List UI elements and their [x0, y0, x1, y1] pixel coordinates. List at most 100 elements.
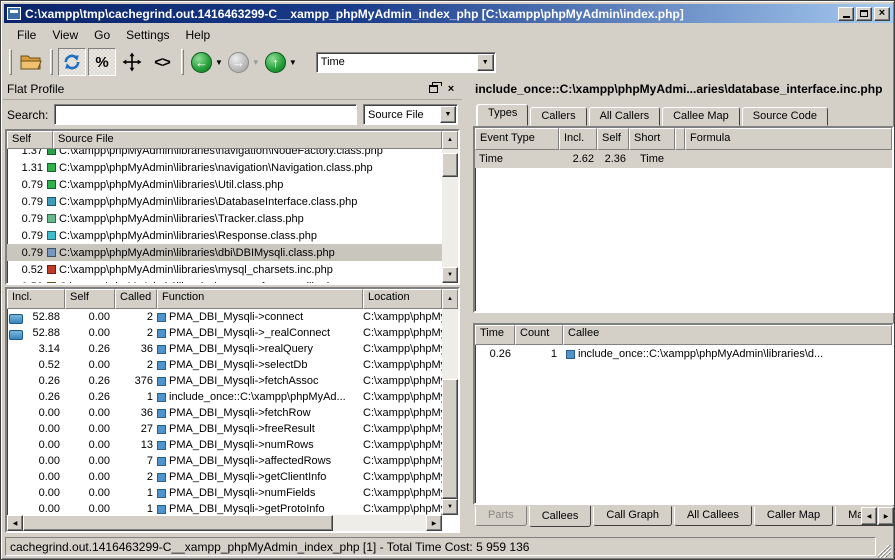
source-list-vscrollbar[interactable]: ▼: [442, 149, 458, 283]
function-row[interactable]: 0.000.001PMA_DBI_Mysqli->numFieldsC:\xam…: [7, 485, 442, 501]
function-row[interactable]: 0.000.001PMA_DBI_Mysqli->getProtoInfoC:\…: [7, 501, 442, 515]
dock-float-button[interactable]: [426, 83, 440, 96]
function-table-hscrollbar[interactable]: ◀ ▶: [7, 515, 442, 531]
source-file-row[interactable]: 0.79C:\xampp\phpMyAdmin\libraries\dbi\DB…: [7, 244, 442, 261]
chevron-down-icon[interactable]: ▼: [477, 54, 494, 71]
panel-splitter[interactable]: [462, 79, 473, 533]
chevron-down-icon[interactable]: ▼: [440, 106, 456, 123]
col-spacer[interactable]: [675, 128, 685, 150]
col-self[interactable]: Self: [65, 289, 115, 309]
tab-source-code[interactable]: Source Code: [742, 107, 828, 126]
tab-caller-map[interactable]: Caller Map: [754, 506, 833, 526]
col-called[interactable]: Called: [115, 289, 157, 309]
source-file-row[interactable]: 1.31C:\xampp\phpMyAdmin\libraries\naviga…: [7, 159, 442, 176]
col-short[interactable]: Short: [629, 128, 675, 150]
scroll-up-icon[interactable]: ▲: [442, 289, 458, 309]
col-self[interactable]: Self: [7, 131, 53, 149]
function-row[interactable]: 0.000.0027PMA_DBI_Mysqli->freeResultC:\x…: [7, 421, 442, 437]
scrollbar-thumb[interactable]: [442, 379, 458, 499]
function-row[interactable]: 0.000.007PMA_DBI_Mysqli->affectedRowsC:\…: [7, 453, 442, 469]
callee-row[interactable]: 0.26 1 include_once::C:\xampp\phpMyAdmin…: [475, 345, 892, 363]
back-button[interactable]: ←: [191, 52, 212, 73]
open-file-button[interactable]: [17, 48, 45, 76]
up-dropdown[interactable]: ▼: [286, 58, 302, 67]
function-row[interactable]: 0.000.0036PMA_DBI_Mysqli->fetchRowC:\xam…: [7, 405, 442, 421]
tab-all-callees[interactable]: All Callees: [674, 506, 752, 526]
function-table-vscrollbar[interactable]: ▼: [442, 309, 458, 515]
col-source-file[interactable]: Source File: [53, 131, 442, 149]
function-row[interactable]: 0.000.002PMA_DBI_Mysqli->getClientInfoC:…: [7, 469, 442, 485]
source-file-row[interactable]: 1.37C:\xampp\phpMyAdmin\libraries\naviga…: [7, 149, 442, 159]
up-button[interactable]: ↑: [265, 52, 286, 73]
function-icon: [157, 393, 166, 402]
maximize-button[interactable]: [856, 7, 872, 21]
forward-dropdown[interactable]: ▼: [249, 58, 265, 67]
toolbar-handle[interactable]: [50, 49, 53, 75]
function-row[interactable]: 0.520.002PMA_DBI_Mysqli->selectDbC:\xamp…: [7, 357, 442, 373]
event-type-selector[interactable]: Time ▼: [316, 52, 496, 73]
title-bar[interactable]: C:\xampp\tmp\cachegrind.out.1416463299-C…: [4, 4, 893, 23]
minimize-button[interactable]: [838, 7, 854, 21]
scroll-right-icon[interactable]: ▶: [426, 515, 442, 531]
col-event-type[interactable]: Event Type: [475, 128, 559, 150]
tab-callees[interactable]: Callees: [529, 506, 592, 527]
col-formula[interactable]: Formula: [685, 128, 892, 150]
source-file-row[interactable]: 0.79C:\xampp\phpMyAdmin\libraries\Tracke…: [7, 210, 442, 227]
search-input[interactable]: [54, 104, 357, 125]
toolbar-handle[interactable]: [181, 49, 184, 75]
source-file-row[interactable]: 0.79C:\xampp\phpMyAdmin\libraries\Databa…: [7, 193, 442, 210]
menu-go[interactable]: Go: [86, 26, 118, 44]
col-incl[interactable]: Incl.: [7, 289, 65, 309]
scroll-down-icon[interactable]: ▼: [442, 267, 458, 283]
back-icon: ←: [195, 56, 208, 69]
menu-help[interactable]: Help: [178, 26, 219, 44]
scrollbar-thumb[interactable]: [23, 515, 333, 531]
menu-file[interactable]: File: [9, 26, 44, 44]
resize-grip[interactable]: [878, 545, 891, 558]
scroll-left-icon[interactable]: ◀: [7, 515, 23, 531]
function-row[interactable]: 52.880.002PMA_DBI_Mysqli->_realConnectC:…: [7, 325, 442, 341]
col-self[interactable]: Self: [597, 128, 629, 150]
col-function[interactable]: Function: [157, 289, 363, 309]
percent-toggle-button[interactable]: %: [88, 48, 116, 76]
source-file-row[interactable]: 0.79C:\xampp\phpMyAdmin\libraries\Respon…: [7, 227, 442, 244]
tab-scroll-left-icon[interactable]: ◀: [861, 507, 877, 525]
forward-button[interactable]: →: [228, 52, 249, 73]
cycle-detail-button[interactable]: <>: [148, 48, 176, 76]
scroll-down-icon[interactable]: ▼: [442, 499, 458, 515]
scroll-up-icon[interactable]: ▲: [442, 131, 458, 149]
menu-view[interactable]: View: [44, 26, 86, 44]
group-selector[interactable]: Source File ▼: [363, 104, 458, 125]
close-button[interactable]: ×: [874, 7, 890, 21]
tab-types[interactable]: Types: [477, 104, 528, 126]
source-file-row[interactable]: 0.79C:\xampp\phpMyAdmin\libraries\Util.c…: [7, 176, 442, 193]
tab-callers[interactable]: Callers: [530, 107, 586, 126]
back-dropdown[interactable]: ▼: [212, 58, 228, 67]
function-row[interactable]: 0.000.0013PMA_DBI_Mysqli->numRowsC:\xamp…: [7, 437, 442, 453]
flat-profile-header[interactable]: Flat Profile ×: [3, 79, 462, 100]
col-callee[interactable]: Callee: [563, 325, 892, 345]
function-row[interactable]: 3.140.2636PMA_DBI_Mysqli->realQueryC:\xa…: [7, 341, 442, 357]
menu-settings[interactable]: Settings: [118, 26, 177, 44]
col-time[interactable]: Time: [475, 325, 515, 345]
col-incl[interactable]: Incl.: [559, 128, 597, 150]
tab-callee-map[interactable]: Callee Map: [662, 107, 740, 126]
tab-scroll-right-icon[interactable]: ▶: [878, 507, 894, 525]
function-row[interactable]: 52.880.002PMA_DBI_Mysqli->connectC:\xamp…: [7, 309, 442, 325]
move-button[interactable]: [118, 48, 146, 76]
app-window: C:\xampp\tmp\cachegrind.out.1416463299-C…: [0, 0, 895, 560]
source-file-row[interactable]: 0.52C:\xampp\phpMyAdmin\libraries\mysql_…: [7, 261, 442, 278]
tab-all-callers[interactable]: All Callers: [589, 107, 661, 126]
refresh-button[interactable]: [58, 48, 86, 76]
source-file-row[interactable]: 0.52C:\xampp\phpMyAdmin\libraries\user_p…: [7, 278, 442, 283]
dock-close-button[interactable]: ×: [444, 83, 458, 96]
function-row[interactable]: 0.260.261include_once::C:\xampp\phpMyAd.…: [7, 389, 442, 405]
col-count[interactable]: Count: [515, 325, 563, 345]
tab-call-graph[interactable]: Call Graph: [593, 506, 672, 526]
toolbar-handle[interactable]: [9, 49, 12, 75]
tab-parts[interactable]: Parts: [475, 506, 527, 526]
scrollbar-thumb[interactable]: [442, 153, 458, 177]
event-type-row[interactable]: Time 2.62 2.36 Time: [475, 150, 892, 168]
col-location[interactable]: Location: [363, 289, 442, 309]
function-row[interactable]: 0.260.26376PMA_DBI_Mysqli->fetchAssocC:\…: [7, 373, 442, 389]
